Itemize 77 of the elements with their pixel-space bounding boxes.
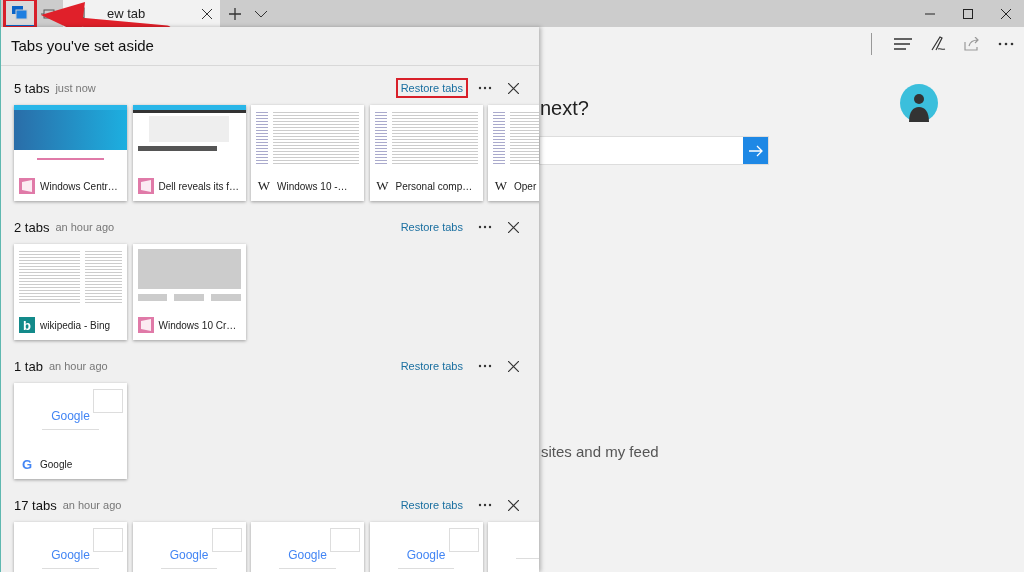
sign-in-popup xyxy=(93,528,123,552)
tab-title: Oper xyxy=(514,180,537,192)
tab-card[interactable]: Google xyxy=(369,522,483,572)
share-icon[interactable] xyxy=(964,37,980,51)
tab-card[interactable]: W Windows 10 -… xyxy=(251,105,364,201)
more-icon[interactable] xyxy=(478,364,492,368)
sign-in-popup xyxy=(330,528,360,552)
maximize-icon[interactable] xyxy=(963,8,973,19)
more-icon[interactable] xyxy=(478,225,492,229)
page-settings-text: sites and my feed xyxy=(540,443,660,460)
tab-count: 1 tab xyxy=(14,358,43,374)
logo-text: Google xyxy=(169,547,209,562)
close-icon[interactable] xyxy=(508,360,519,372)
arrow-right-icon xyxy=(748,144,763,157)
site-icon: W xyxy=(374,178,391,194)
chevron-down-icon[interactable] xyxy=(255,9,267,18)
close-icon[interactable] xyxy=(508,82,519,94)
logo-text: Google xyxy=(288,547,327,562)
tab-title: wikipedia - Bing xyxy=(40,319,111,331)
panel-title: Tabs you've set aside xyxy=(1,27,539,66)
restore-tabs-link[interactable]: Restore tabs xyxy=(395,356,468,376)
stacked-tabs-icon xyxy=(12,5,28,20)
page-heading: next? xyxy=(539,97,590,120)
hub-icon[interactable] xyxy=(894,38,912,50)
timestamp: an hour ago xyxy=(48,360,108,372)
pen-icon[interactable] xyxy=(930,36,946,52)
tab-count: 5 tabs xyxy=(14,80,50,96)
tab-card[interactable]: Windows 10 Cr… xyxy=(132,244,246,340)
timestamp: just now xyxy=(55,82,96,94)
more-icon[interactable] xyxy=(478,503,492,507)
tab-title: ew tab xyxy=(107,6,147,21)
close-icon[interactable] xyxy=(202,8,212,19)
close-icon[interactable] xyxy=(508,221,519,233)
restore-tabs-link[interactable]: Restore tabs xyxy=(395,495,468,515)
tab-title: Dell reveals its f… xyxy=(158,180,240,192)
tab-card[interactable]: b wikipedia - Bing xyxy=(14,244,127,340)
site-icon: W xyxy=(256,178,272,194)
search-field[interactable] xyxy=(539,136,769,165)
site-icon: b xyxy=(19,317,35,333)
more-icon[interactable] xyxy=(478,86,492,90)
tab-card[interactable]: Dell reveals its f… xyxy=(132,105,246,201)
tab-card[interactable]: Google xyxy=(14,522,127,572)
site-icon xyxy=(137,317,154,333)
sign-in-popup xyxy=(93,389,123,413)
tab-card[interactable]: W Personal comp… xyxy=(369,105,483,201)
tab-card[interactable]: Google G Google xyxy=(14,383,127,479)
search-button[interactable] xyxy=(743,137,768,164)
tab-card[interactable]: Google xyxy=(251,522,364,572)
site-icon xyxy=(19,178,35,194)
site-icon: G xyxy=(19,456,35,472)
tab-card[interactable]: W Oper xyxy=(488,105,539,201)
tab-title: Personal comp… xyxy=(395,180,473,192)
tab-title: Windows Centr… xyxy=(40,180,118,192)
sign-in-popup xyxy=(448,528,479,552)
site-icon xyxy=(137,178,154,194)
new-tab-icon[interactable] xyxy=(229,7,241,20)
tabs-aside-button[interactable] xyxy=(5,0,35,27)
tab-count: 2 tabs xyxy=(14,219,50,235)
tab-count: 17 tabs xyxy=(14,497,57,513)
tab-card[interactable]: Windows Centr… xyxy=(14,105,127,201)
tab-title: Google xyxy=(40,458,73,470)
more-icon[interactable] xyxy=(998,42,1014,46)
restore-tabs-link[interactable]: Restore tabs xyxy=(395,78,468,98)
tab-title: Windows 10 Cr… xyxy=(158,319,237,331)
timestamp: an hour ago xyxy=(55,221,115,233)
restore-tabs-link[interactable]: Restore tabs xyxy=(395,217,468,237)
logo-text: Google xyxy=(51,547,90,562)
tab-card[interactable]: Google xyxy=(132,522,246,572)
tab-title: Windows 10 -… xyxy=(277,180,348,192)
close-icon[interactable] xyxy=(1001,8,1011,19)
avatar-icon[interactable] xyxy=(900,84,938,122)
sign-in-popup xyxy=(211,528,242,552)
logo-text: Google xyxy=(51,408,90,423)
close-icon[interactable] xyxy=(508,499,519,511)
timestamp: an hour ago xyxy=(62,499,122,511)
logo-text: Google xyxy=(406,547,446,562)
site-icon: W xyxy=(493,178,509,194)
